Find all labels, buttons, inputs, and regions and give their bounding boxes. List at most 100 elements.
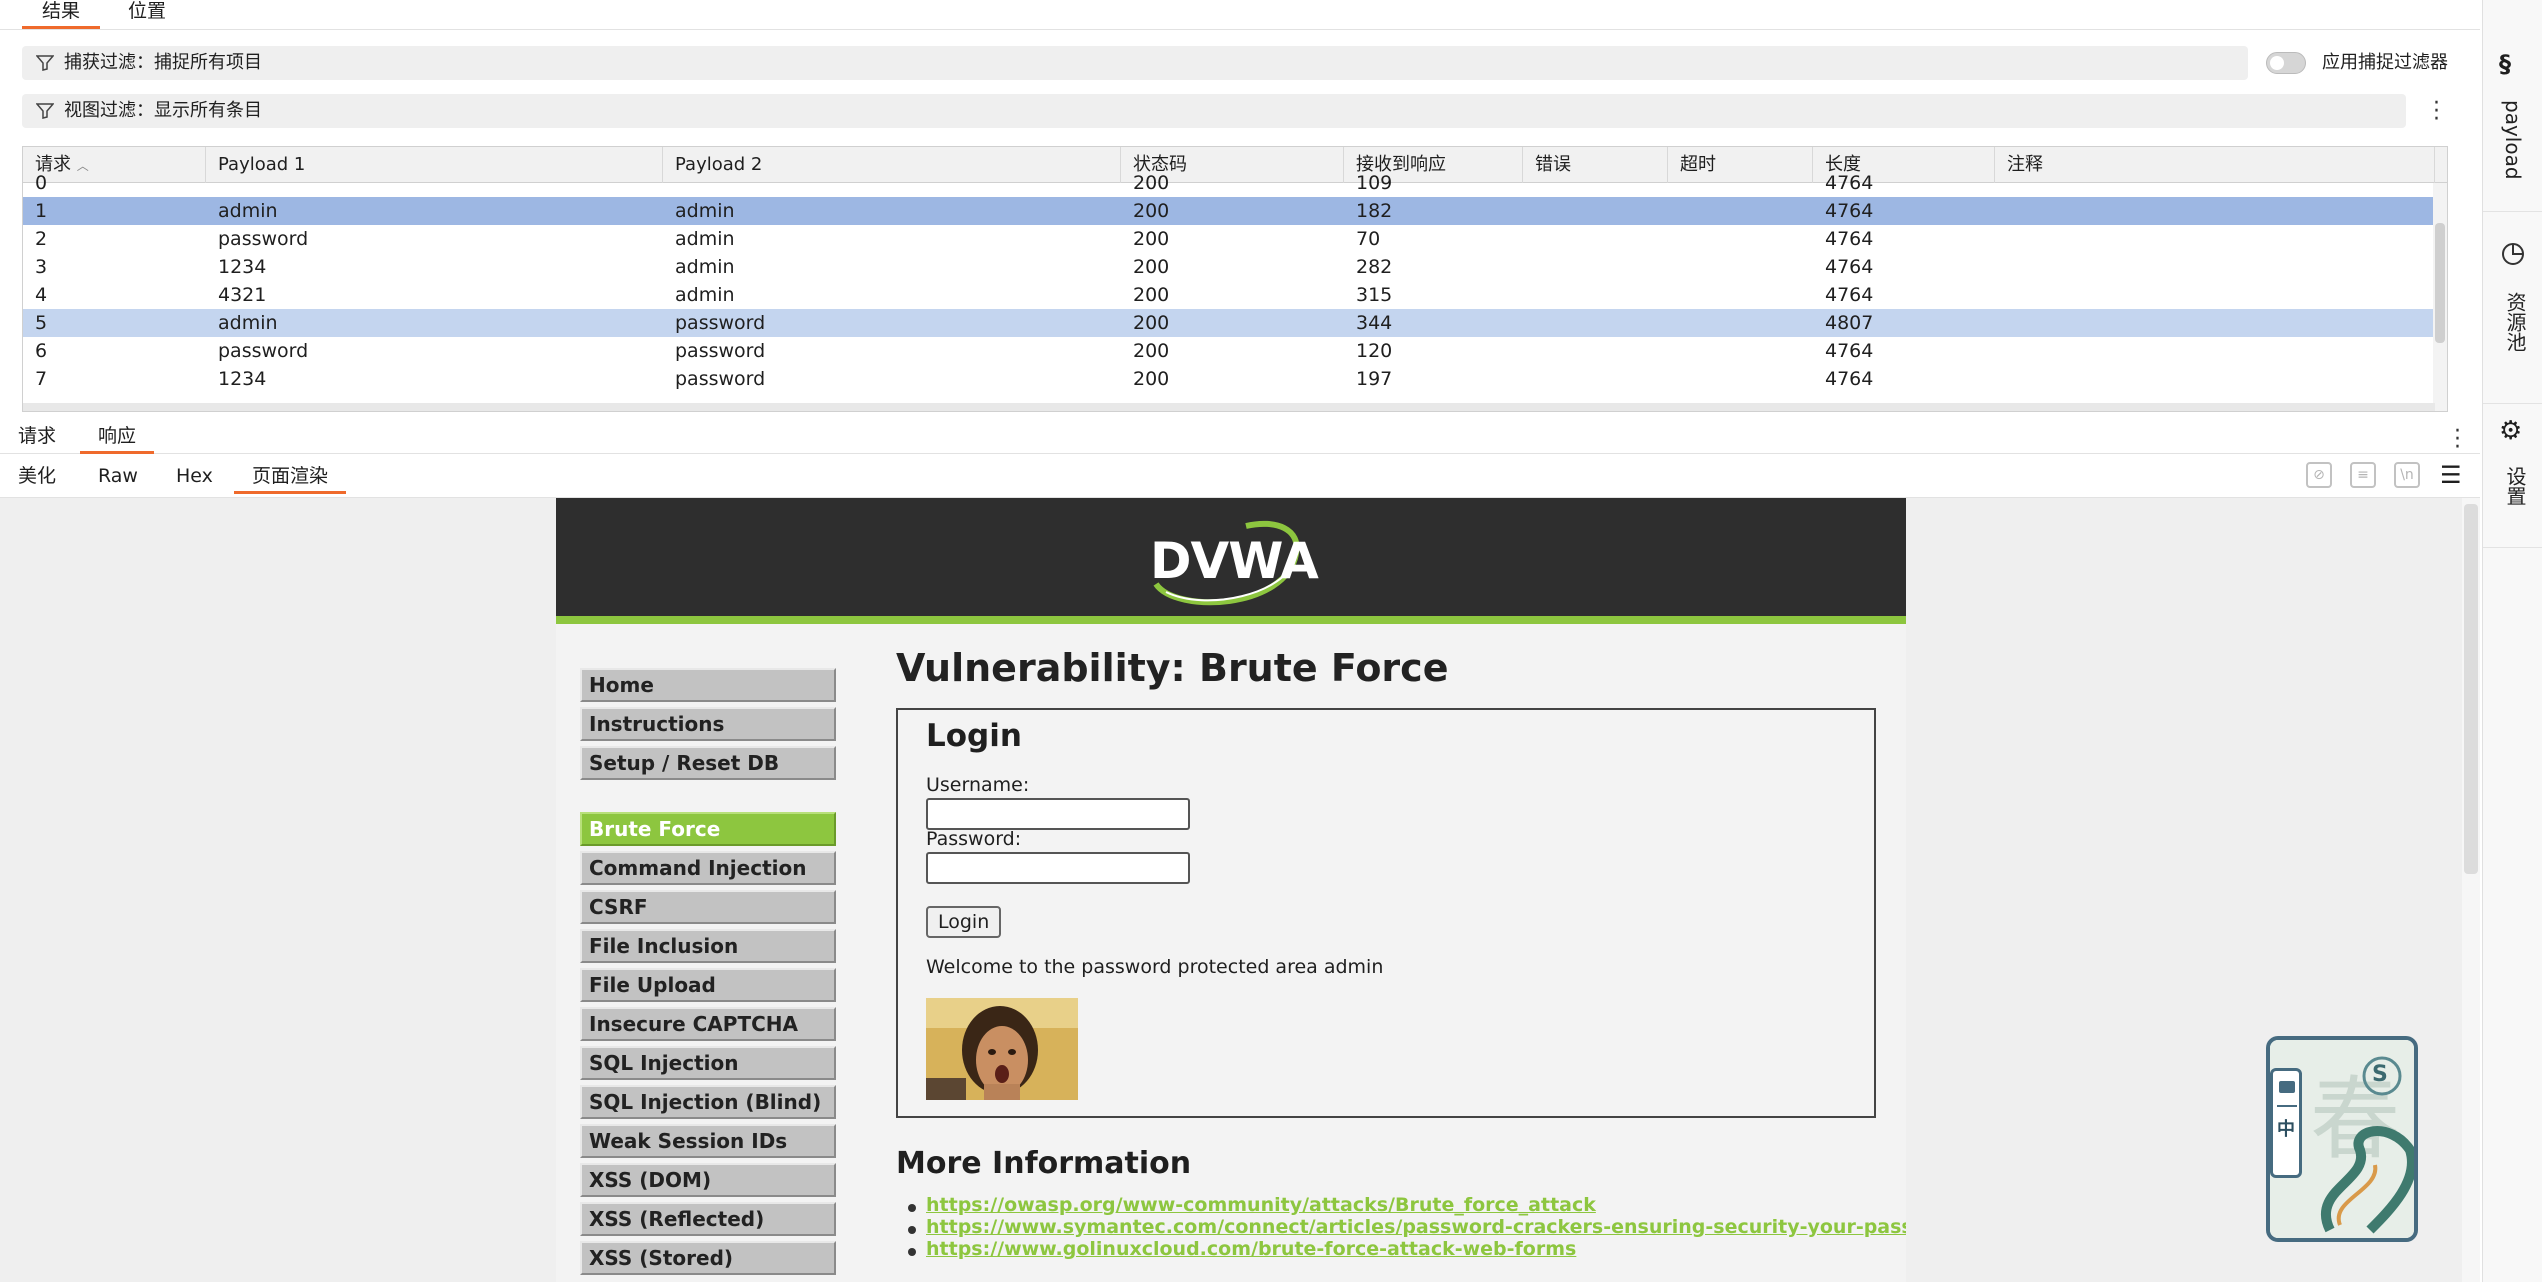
menu-item-sql-injection-blind[interactable]: SQL Injection (Blind) [580, 1085, 836, 1119]
cell-request: 6 [35, 340, 48, 362]
cell-payload2: password [675, 368, 766, 390]
table-row[interactable]: 2 password admin 200 70 4764 [23, 225, 2435, 253]
cell-received: 197 [1356, 368, 1393, 390]
settings-label: 设置 [2503, 466, 2527, 506]
login-heading: Login [926, 718, 1022, 754]
menu-item-weak-session-ids[interactable]: Weak Session IDs [580, 1124, 836, 1158]
login-button[interactable]: Login [926, 906, 1002, 938]
cell-status: 200 [1133, 284, 1170, 306]
menu-item-command-injection[interactable]: Command Injection [580, 851, 836, 885]
apply-capture-filter-label: 应用捕捉过滤器 [2322, 52, 2448, 73]
payload-label: payload [2501, 100, 2525, 180]
cell-payload1: 4321 [218, 284, 267, 306]
cell-status: 200 [1133, 312, 1170, 334]
link-owasp[interactable]: https://owasp.org/www-community/attacks/… [926, 1194, 1596, 1216]
cell-payload1: admin [218, 200, 278, 222]
table-row[interactable]: 3 1234 admin 200 282 4764 [23, 253, 2435, 281]
table-row[interactable]: 1 admin admin 200 182 4764 [23, 197, 2435, 225]
cell-status: 200 [1133, 200, 1170, 222]
cell-received: 70 [1356, 228, 1381, 250]
list-bullet [908, 1204, 916, 1212]
input-mode-indicator[interactable]: 中 [2277, 1115, 2295, 1141]
payload-panel-tab[interactable]: § payload [2483, 0, 2542, 212]
view-filter-label: 视图过滤：显示所有条目 [64, 100, 262, 121]
cell-request: 4 [35, 284, 48, 306]
shirt-icon[interactable] [2279, 1081, 2295, 1093]
menu-item-xss-stored[interactable]: XSS (Stored) [580, 1241, 836, 1275]
table-vertical-scrollbar[interactable] [2433, 183, 2447, 411]
menu-item-home[interactable]: Home [580, 668, 836, 702]
cell-length: 4764 [1825, 284, 1874, 306]
widget-logo: S [2372, 1062, 2388, 1087]
tab-results[interactable]: 结果 [22, 0, 101, 29]
menu-item-insecure-captcha[interactable]: Insecure CAPTCHA [580, 1007, 836, 1041]
menu-item-xss-reflected[interactable]: XSS (Reflected) [580, 1202, 836, 1236]
dvwa-header: DVWA [556, 498, 1906, 624]
menu-item-setup-reset-db[interactable]: Setup / Reset DB [580, 746, 836, 780]
apply-capture-filter-toggle[interactable] [2266, 52, 2306, 74]
divider [2277, 1105, 2297, 1107]
cell-length: 4807 [1825, 312, 1874, 334]
table-horizontal-scrollbar[interactable] [23, 403, 2435, 411]
cell-payload1: password [218, 340, 309, 362]
cell-payload1: 1234 [218, 256, 267, 278]
input-method-widget[interactable]: 春 S 中 [2266, 1036, 2418, 1242]
cell-status: 200 [1133, 256, 1170, 278]
cell-status: 200 [1133, 340, 1170, 362]
tab-raw[interactable]: Raw [80, 462, 156, 494]
capture-filter-label: 捕获过滤：捕捉所有项目 [64, 52, 262, 73]
eye-off-icon[interactable]: ⊘ [2306, 462, 2332, 488]
newline-icon[interactable]: \n [2394, 462, 2420, 488]
menu-item-brute-force[interactable]: Brute Force [580, 812, 836, 846]
menu-item-file-upload[interactable]: File Upload [580, 968, 836, 1002]
password-label: Password: [926, 828, 1022, 850]
resource-pool-panel-tab[interactable]: 资源池 [2483, 212, 2542, 404]
table-row[interactable]: 5 admin password 200 344 4807 [23, 309, 2435, 337]
username-input[interactable] [926, 798, 1190, 830]
more-options-icon[interactable]: · · · [2433, 93, 2440, 131]
wrap-icon[interactable]: ≡ [2350, 462, 2376, 488]
more-information-heading: More Information [896, 1146, 1192, 1181]
cell-received: 282 [1356, 256, 1393, 278]
table-row[interactable]: 4 4321 admin 200 315 4764 [23, 281, 2435, 309]
cell-payload1: 1234 [218, 368, 267, 390]
cell-length: 4764 [1825, 228, 1874, 250]
widget-toolbar[interactable]: 中 [2270, 1068, 2302, 1178]
results-table: 请求 ︿ Payload 1 Payload 2 状态码 接收到响应 错误 超时… [22, 146, 2448, 412]
view-filter-bar[interactable]: 视图过滤：显示所有条目 [22, 94, 2406, 128]
table-row[interactable]: 6 password password 200 120 4764 [23, 337, 2435, 365]
tab-pretty[interactable]: 美化 [0, 462, 74, 494]
clock-icon [2502, 243, 2524, 265]
link-symantec[interactable]: https://www.symantec.com/connect/article… [926, 1216, 1906, 1238]
capture-filter-bar[interactable]: 捕获过滤：捕捉所有项目 [22, 46, 2248, 80]
cell-length: 4764 [1825, 172, 1874, 194]
table-row[interactable]: 7 1234 password 200 197 4764 [23, 365, 2435, 393]
cell-payload1: admin [218, 312, 278, 334]
cell-length: 4764 [1825, 200, 1874, 222]
password-input[interactable] [926, 852, 1190, 884]
menu-item-instructions[interactable]: Instructions [580, 707, 836, 741]
menu-icon[interactable]: ☰ [2440, 462, 2462, 488]
welcome-message: Welcome to the password protected area a… [926, 956, 1384, 978]
menu-item-xss-dom[interactable]: XSS (DOM) [580, 1163, 836, 1197]
tab-response[interactable]: 响应 [80, 422, 155, 454]
settings-panel-tab[interactable]: ⚙ 设置 [2483, 404, 2542, 548]
filter-icon [36, 103, 54, 119]
list-bullet [908, 1226, 916, 1234]
table-row[interactable]: 0 200 109 4764 [23, 169, 2435, 197]
tab-render[interactable]: 页面渲染 [234, 462, 347, 494]
filter-icon [36, 55, 54, 71]
tab-hex[interactable]: Hex [158, 462, 231, 494]
tab-request[interactable]: 请求 [0, 422, 74, 454]
gear-icon: ⚙ [2499, 416, 2523, 446]
menu-item-sql-injection[interactable]: SQL Injection [580, 1046, 836, 1080]
resource-pool-label: 资源池 [2503, 292, 2527, 352]
menu-item-file-inclusion[interactable]: File Inclusion [580, 929, 836, 963]
menu-item-csrf[interactable]: CSRF [580, 890, 836, 924]
cell-received: 109 [1356, 172, 1393, 194]
more-options-icon[interactable]: · · · [2454, 421, 2461, 459]
cell-payload2: admin [675, 200, 735, 222]
render-scrollbar-thumb[interactable] [2464, 504, 2478, 874]
link-golinuxcloud[interactable]: https://www.golinuxcloud.com/brute-force… [926, 1238, 1576, 1260]
tab-positions[interactable]: 位置 [108, 0, 186, 29]
